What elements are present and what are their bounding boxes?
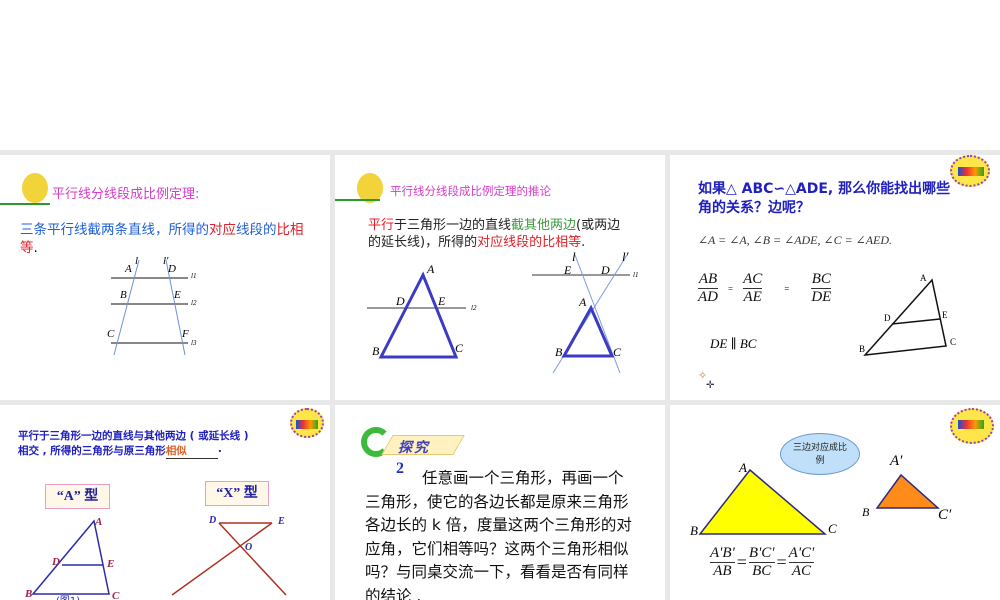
label: E	[278, 516, 285, 527]
similar-triangle-diagrams	[31, 519, 287, 596]
label: E	[174, 289, 181, 301]
numerator: A'B'	[710, 545, 735, 561]
numerator: B'C'	[748, 545, 775, 561]
label: F	[182, 328, 189, 340]
label: D	[601, 263, 610, 277]
label: C	[107, 328, 115, 340]
label: B	[862, 505, 870, 519]
slide-thumbnail-3[interactable]: 如果△ ABC∽△ADE, 那么你能找出哪些角的关系？边呢？ ∠A = ∠A, …	[670, 155, 1000, 400]
label: C	[455, 341, 464, 355]
equals: =	[776, 552, 787, 572]
label: D	[168, 263, 176, 275]
label: E	[107, 558, 115, 570]
triangle-diagram: ✧ ✛	[698, 278, 947, 391]
slide-thumbnail-1[interactable]: 平行线分线段成比例定理: 三条平行线截两条直线，所得的对应线段的比相等. l l…	[0, 155, 330, 400]
label: A	[920, 273, 927, 283]
label: B	[859, 344, 866, 354]
label: D	[209, 515, 217, 526]
label: C′	[938, 507, 952, 523]
label: B	[372, 344, 380, 358]
label: l2	[191, 299, 197, 307]
label: B	[25, 588, 33, 600]
slide-thumbnail-5[interactable]: 探究 2 任意画一个三角形，再画一个三角形，使它的各边长都是原来三角形各边长的 …	[335, 405, 665, 600]
label: C	[613, 345, 622, 359]
slide-thumbnail-6[interactable]: 三边对应成比例 A B C A′ B C′ A'B' AB = B'C' BC = …	[670, 405, 1000, 600]
label: l	[572, 249, 576, 264]
label: C	[112, 590, 120, 600]
task-text: 任意画一个三角形，再画一个三角形，使它的各边长都是原来三角形各边长的 k 倍，度…	[365, 469, 632, 600]
fraction: A'C' AC	[788, 545, 815, 580]
label: E	[564, 263, 572, 277]
fraction: A'B' AB	[710, 545, 735, 580]
label: D	[52, 556, 60, 568]
corollary-diagrams	[367, 254, 630, 374]
slide-thumbnail-4[interactable]: 平行于三角形一边的直线与其他两边 ( 或延长线 ) 相交 , 所得的三角形与原三…	[0, 405, 330, 600]
label: l1	[633, 271, 639, 279]
ratio-equation: A'B' AB = B'C' BC = A'C' AC	[710, 545, 815, 580]
label: D	[396, 294, 405, 308]
svg-text:✛: ✛	[706, 380, 715, 391]
denominator: BC	[748, 562, 775, 580]
label: A	[427, 262, 435, 276]
label: A	[579, 295, 587, 309]
label: l1	[191, 272, 197, 280]
denominator: AB	[710, 562, 735, 580]
label: C	[950, 337, 957, 347]
equals: =	[736, 552, 747, 572]
label: l3	[191, 339, 197, 347]
explore-badge: 探究	[398, 441, 430, 456]
denominator: AC	[788, 562, 815, 580]
label: E	[438, 294, 446, 308]
label: C	[828, 521, 837, 536]
label: B	[690, 523, 698, 538]
fraction: B'C' BC	[748, 545, 775, 580]
label: A	[95, 516, 103, 528]
label: A	[125, 263, 132, 275]
parallel-lines-diagram	[111, 259, 188, 356]
label: l2	[471, 304, 477, 312]
label: E	[942, 310, 948, 320]
label: B	[555, 345, 563, 359]
slide-thumbnail-2[interactable]: 平行线分线段成比例定理的推论 平行于三角形一边的直线截其他两边(或两边的延长线)…	[335, 155, 665, 400]
label: A	[739, 460, 747, 475]
label: l′	[622, 249, 629, 264]
label: B	[120, 289, 127, 301]
figure-caption: (图1)	[56, 592, 80, 600]
numerator: A'C'	[788, 545, 815, 561]
label: O	[245, 542, 253, 553]
label: A′	[890, 453, 903, 469]
label: D	[884, 313, 891, 323]
label: l	[135, 255, 139, 267]
